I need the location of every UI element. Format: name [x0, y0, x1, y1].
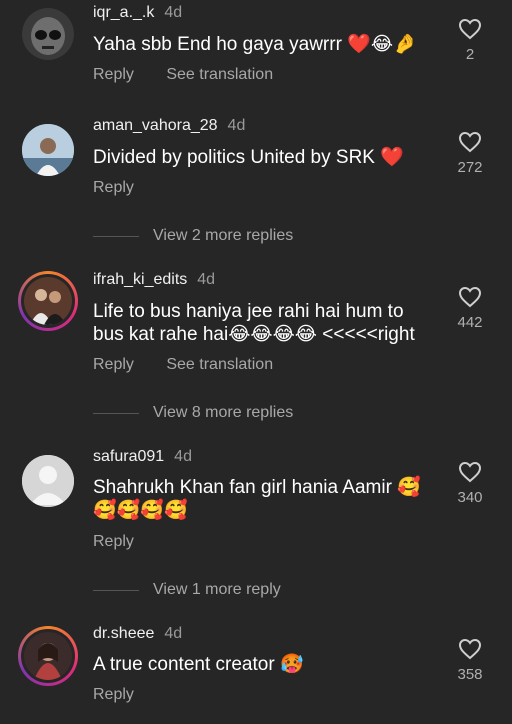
avatar[interactable]	[18, 271, 78, 331]
like-button[interactable]: 2	[455, 18, 485, 63]
comment-text-line: Life to bus haniya jee rahi hai hum to	[93, 301, 404, 322]
like-count: 358	[457, 666, 483, 683]
comment-actions: Reply See translation	[93, 356, 301, 374]
avatar-image	[24, 277, 72, 325]
like-count: 2	[465, 46, 475, 63]
comment-text: Yaha sbb End ho gaya yawrrr ❤️😂🤌	[93, 34, 417, 55]
reply-button[interactable]: Reply	[93, 533, 134, 550]
comment-actions: Reply	[93, 533, 162, 551]
comment-username[interactable]: aman_vahora_28 4d	[93, 117, 245, 135]
comment-time: 4d	[164, 4, 183, 21]
comment-text-line: 🥰🥰🥰🥰	[93, 500, 188, 521]
comment-actions: Reply	[93, 179, 162, 197]
reply-button[interactable]: Reply	[93, 356, 134, 373]
comment-username[interactable]: iqr_a._.k 4d	[93, 4, 182, 22]
comment-text: A true content creator 🥵	[93, 654, 304, 675]
comment-text-line: Shahrukh Khan fan girl hania Aamir 🥰	[93, 477, 421, 498]
reply-button[interactable]: Reply	[93, 179, 134, 196]
comment-time: 4d	[227, 117, 246, 134]
avatar[interactable]	[18, 626, 78, 686]
comment-text-line: bus kat rahe hai😂😂😂😂 <<<<<right	[93, 324, 415, 345]
avatar-image	[24, 632, 72, 680]
see-translation-button[interactable]: See translation	[166, 356, 273, 373]
username-text[interactable]: ifrah_ki_edits	[93, 271, 187, 288]
comment-username[interactable]: ifrah_ki_edits 4d	[93, 271, 215, 289]
like-button[interactable]: 340	[455, 461, 485, 506]
heart-icon[interactable]	[458, 461, 482, 483]
like-count: 340	[457, 489, 483, 506]
view-more-replies[interactable]: View 2 more replies	[93, 227, 293, 245]
comment-username[interactable]: dr.sheee 4d	[93, 625, 182, 643]
divider-line	[93, 235, 139, 237]
divider-line	[93, 412, 139, 414]
comment-actions: Reply See translation	[93, 66, 301, 84]
username-text[interactable]: aman_vahora_28	[93, 117, 218, 134]
comment-text: Shahrukh Khan fan girl hania Aamir 🥰 🥰🥰🥰…	[93, 476, 443, 522]
view-more-replies-label[interactable]: View 8 more replies	[153, 404, 293, 422]
view-more-replies[interactable]: View 1 more reply	[93, 581, 281, 599]
comment-text: Divided by politics United by SRK ❤️	[93, 147, 404, 168]
avatar[interactable]	[22, 455, 74, 507]
heart-icon[interactable]	[458, 638, 482, 660]
comment-time: 4d	[174, 448, 192, 465]
view-more-replies-label[interactable]: View 1 more reply	[153, 581, 281, 599]
view-more-replies[interactable]: View 8 more replies	[93, 404, 293, 422]
like-count: 442	[457, 314, 483, 331]
like-button[interactable]: 272	[455, 131, 485, 176]
reply-button[interactable]: Reply	[93, 686, 134, 703]
heart-icon[interactable]	[458, 131, 482, 153]
username-text[interactable]: iqr_a._.k	[93, 4, 154, 21]
like-count: 272	[457, 159, 483, 176]
divider-line	[93, 589, 139, 591]
avatar[interactable]	[22, 8, 74, 60]
comment-username[interactable]: safura091 4d	[93, 448, 192, 466]
heart-icon[interactable]	[458, 18, 482, 40]
username-text[interactable]: safura091	[93, 448, 164, 465]
comment-time: 4d	[164, 625, 183, 642]
comment-text: Life to bus haniya jee rahi hai hum to b…	[93, 300, 443, 346]
comment-actions: Reply	[93, 686, 162, 704]
comment-time: 4d	[197, 271, 216, 288]
view-more-replies-label[interactable]: View 2 more replies	[153, 227, 293, 245]
username-text[interactable]: dr.sheee	[93, 625, 154, 642]
avatar[interactable]	[22, 124, 74, 176]
see-translation-button[interactable]: See translation	[166, 66, 273, 83]
like-button[interactable]: 358	[455, 638, 485, 683]
heart-icon[interactable]	[458, 286, 482, 308]
reply-button[interactable]: Reply	[93, 66, 134, 83]
like-button[interactable]: 442	[455, 286, 485, 331]
